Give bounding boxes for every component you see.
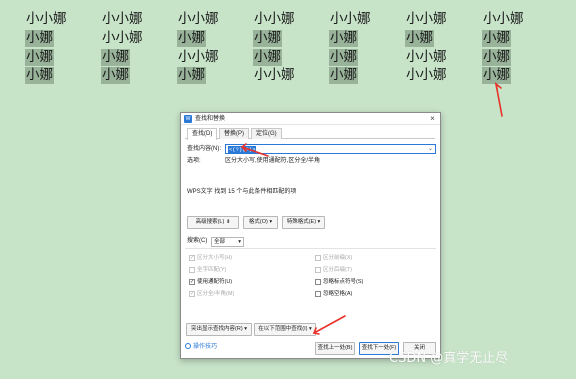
- matched-text: 小娜: [329, 67, 358, 84]
- document-text: 小小娜: [254, 67, 295, 83]
- tab-replace[interactable]: 替换(P): [219, 128, 249, 139]
- matched-text: 小娜: [253, 30, 282, 47]
- find-input[interactable]: <(?)(?)> ⌄: [225, 144, 436, 154]
- option-checkbox-label: 区分大小写(H): [197, 255, 233, 261]
- document-text: 小小娜: [254, 11, 295, 27]
- search-label: 搜索(C): [187, 238, 208, 244]
- search-select-value: 全部: [214, 239, 226, 245]
- matched-text: 小娜: [101, 49, 130, 66]
- option-checkbox[interactable]: 忽略标点符号(S): [315, 278, 363, 286]
- matched-text: 小娜: [482, 49, 511, 66]
- document-text: 小小娜: [406, 67, 447, 83]
- matched-text: 小娜: [329, 49, 358, 66]
- matched-text: 小娜: [177, 30, 206, 47]
- checkmark-icon: ✓: [189, 278, 195, 285]
- checkbox-box: [315, 278, 321, 285]
- option-checkbox-label: 忽略空格(A): [323, 291, 353, 297]
- option-checkbox: ✓ 区分全/半角(M): [189, 290, 234, 298]
- divider: [185, 248, 436, 249]
- checkbox-box: [315, 254, 321, 261]
- option-checkbox-label: 全字匹配(Y): [197, 267, 227, 273]
- tips-link[interactable]: 操作技巧: [185, 343, 217, 352]
- matched-text: 小娜: [177, 67, 206, 84]
- option-checkbox: 区分后缀(T): [315, 266, 352, 274]
- document-text: 小小娜: [406, 11, 447, 27]
- option-checkbox[interactable]: 忽略空格(A): [315, 290, 352, 298]
- matched-text: 小娜: [101, 67, 130, 84]
- option-checkbox-label: 使用通配符(U): [197, 279, 233, 285]
- watermark: CSDN @真学无止尽: [389, 351, 509, 366]
- find-previous-button[interactable]: 查找上一处(B): [315, 342, 355, 355]
- matched-text: 小娜: [329, 30, 358, 47]
- document-text: 小小娜: [483, 11, 524, 27]
- format-button[interactable]: 格式(O) ▾: [243, 216, 278, 229]
- document-text: 小小娜: [102, 30, 143, 46]
- matched-text: 小娜: [405, 30, 434, 47]
- find-in-range-button[interactable]: 在以下范围中查找(I) ▾: [254, 323, 316, 336]
- matched-text: 小娜: [25, 67, 54, 84]
- checkmark-icon: ✓: [189, 290, 195, 297]
- checkmark-icon: ✓: [189, 254, 195, 261]
- chevron-down-icon: ▾: [238, 239, 241, 245]
- option-checkbox-label: 忽略标点符号(S): [323, 279, 364, 285]
- chevron-down-icon[interactable]: ⌄: [428, 145, 433, 154]
- option-checkbox-label: 区分全/半角(M): [197, 291, 235, 297]
- matched-text: 小娜: [25, 30, 54, 47]
- document-line: 小娜 小娜 小小娜 小娜 小娜 小小娜 小娜: [0, 49, 576, 68]
- matched-text: 小娜: [482, 30, 511, 47]
- tips-link-label: 操作技巧: [193, 344, 218, 350]
- matched-text: 小娜: [253, 49, 282, 66]
- matched-text: 小娜: [25, 49, 54, 66]
- find-input-value: <(?)(?)>: [228, 146, 257, 153]
- dialog-title: 查找和替换: [195, 116, 226, 122]
- options-label: 选项:: [187, 158, 201, 164]
- tips-icon: [185, 343, 191, 350]
- document-text: 小小娜: [26, 11, 67, 27]
- document-text: 小小娜: [178, 11, 219, 27]
- document-line: 小娜 小小娜 小娜 小娜 小娜 小娜 小娜: [0, 30, 576, 49]
- find-replace-dialog: W 查找和替换 × 查找(D) 替换(P) 定位(G) 查找内容(N): <(?…: [180, 112, 441, 359]
- matched-text: 小娜: [482, 67, 511, 84]
- document-text-area: 小小娜 小小娜 小小娜 小小娜 小小娜 小小娜 小小娜 小娜 小小娜 小娜 小娜 小娜 小娜 小娜 小娜 小娜…: [0, 0, 576, 100]
- document-line: 小小娜 小小娜 小小娜 小小娜 小小娜 小小娜 小小娜: [0, 11, 576, 30]
- close-icon[interactable]: ×: [428, 114, 437, 123]
- find-label: 查找内容(N):: [187, 146, 221, 152]
- document-text: 小小娜: [330, 11, 371, 27]
- advanced-search-button[interactable]: 高级搜索(L) ⇟: [187, 216, 239, 229]
- checkbox-box: [315, 290, 321, 297]
- document-line: 小娜 小娜 小娜 小小娜 小娜 小小娜 小娜: [0, 67, 576, 86]
- option-checkbox: 全字匹配(Y): [189, 266, 226, 274]
- dialog-tabs: 查找(D) 替换(P) 定位(G): [185, 128, 435, 140]
- dialog-titlebar: W 查找和替换 ×: [181, 113, 440, 125]
- document-text: 小小娜: [178, 49, 219, 65]
- option-checkbox: ✓ 区分大小写(H): [189, 254, 232, 262]
- document-text: 小小娜: [102, 11, 143, 27]
- document-text: 小小娜: [406, 49, 447, 65]
- option-checkbox-label: 区分后缀(T): [323, 267, 353, 273]
- option-checkbox[interactable]: ✓ 使用通配符(U): [189, 278, 232, 286]
- checkbox-box: [315, 266, 321, 273]
- special-format-button[interactable]: 特殊格式(E) ▾: [282, 216, 325, 229]
- option-checkbox-label: 区分前缀(X): [323, 255, 353, 261]
- tab-goto[interactable]: 定位(G): [251, 128, 282, 139]
- checkbox-box: [189, 266, 195, 273]
- search-select[interactable]: 全部 ▾: [211, 237, 244, 247]
- options-value: 区分大小写,使用通配符,区分全/半角: [225, 158, 321, 164]
- highlight-find-button[interactable]: 突出显示查找内容(R) ▾: [186, 323, 252, 336]
- wps-app-icon: W: [184, 115, 192, 123]
- result-text: WPS文字 找到 15 个与此条件相匹配的项: [187, 189, 297, 195]
- option-checkbox: 区分前缀(X): [315, 254, 352, 262]
- tab-find[interactable]: 查找(D): [187, 128, 218, 140]
